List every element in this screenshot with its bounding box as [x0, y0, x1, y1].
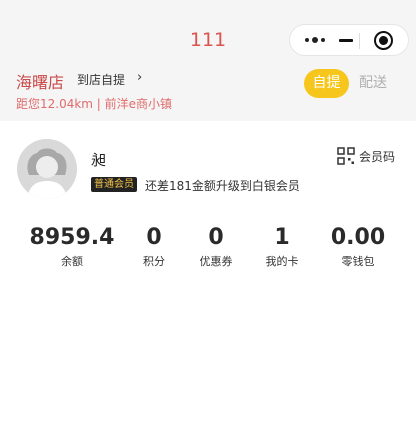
close-circle-icon[interactable] — [374, 31, 393, 50]
minimize-icon[interactable] — [335, 25, 357, 55]
stat-label: 余额 — [61, 255, 83, 268]
chevron-right-icon[interactable]: › — [137, 70, 142, 85]
qr-code-icon — [337, 147, 355, 165]
member-code-button[interactable]: 会员码 — [337, 146, 395, 166]
store-name[interactable]: 海曙店 — [16, 69, 64, 93]
stat-value: 1 — [274, 225, 290, 250]
upgrade-hint: 还差181金额升级到白银会员 — [145, 179, 300, 193]
stat-points[interactable]: 0 积分 — [131, 225, 177, 269]
stat-label: 零钱包 — [341, 255, 375, 268]
stat-coupons[interactable]: 0 优惠券 — [193, 225, 239, 269]
pickup-link[interactable]: 到店自提 — [77, 71, 125, 88]
delivery-button[interactable]: 配送 — [359, 69, 393, 98]
stat-balance[interactable]: 8959.4 余额 — [26, 225, 118, 269]
member-level-badge: 普通会员 — [91, 177, 137, 192]
self-pickup-button[interactable]: 自提 — [304, 69, 349, 98]
stat-cards[interactable]: 1 我的卡 — [259, 225, 305, 269]
stat-value: 0.00 — [330, 225, 386, 250]
store-distance: 距您12.04km | 前洋e商小镇 — [16, 97, 173, 111]
stat-wallet[interactable]: 0.00 零钱包 — [327, 225, 389, 269]
stat-label: 我的卡 — [265, 255, 299, 268]
mini-program-capsule — [289, 24, 409, 56]
more-dots-icon[interactable] — [301, 25, 329, 55]
user-name: 昶 — [91, 151, 107, 169]
member-code-label: 会员码 — [359, 149, 396, 164]
default-avatar-icon[interactable] — [17, 139, 77, 199]
stat-label: 优惠券 — [199, 255, 233, 268]
stat-label: 积分 — [143, 255, 165, 268]
stat-value: 0 — [146, 225, 162, 250]
stat-value: 0 — [208, 225, 224, 250]
header-area: 111 海曙店 到店自提 › 距您12.04km | 前洋e商小镇 自提 配送 — [0, 0, 416, 121]
stat-value: 8959.4 — [29, 225, 115, 250]
capsule-divider — [359, 33, 360, 49]
